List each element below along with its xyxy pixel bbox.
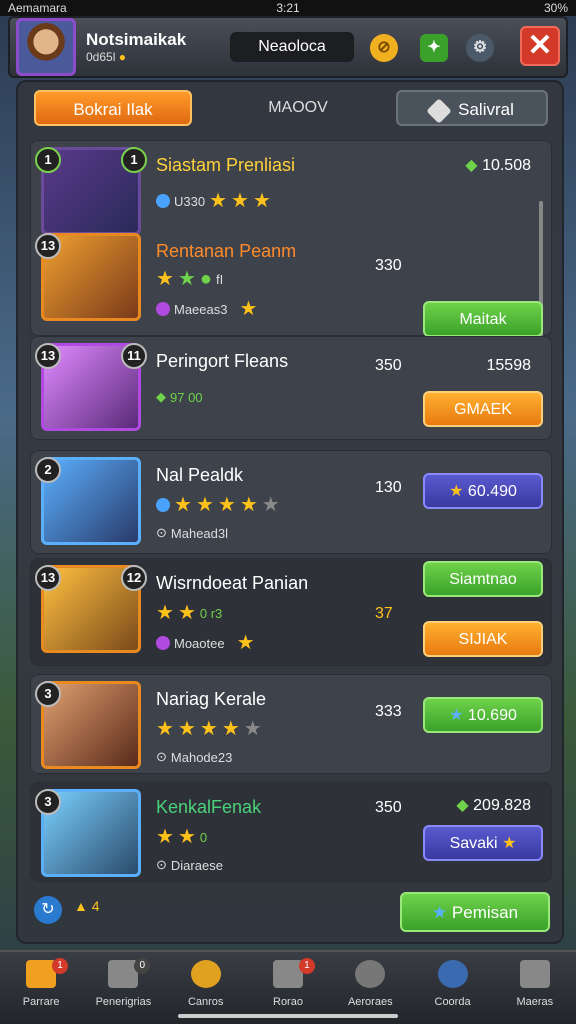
- level-badge: 13: [35, 233, 61, 259]
- pemisan-button[interactable]: ★ Pemisan: [400, 892, 550, 932]
- notification-badge: 1: [298, 958, 315, 974]
- level-badge: 1: [35, 147, 61, 173]
- battery-label: 30%: [543, 1, 569, 15]
- status-bar: Aemamara 3:21 30%: [0, 0, 576, 16]
- nav-item-parrare[interactable]: 1 Parrare: [0, 952, 82, 1024]
- hero-price: ◆ 10.508: [465, 157, 531, 174]
- close-button[interactable]: ✕: [520, 26, 560, 66]
- player-avatar[interactable]: [16, 18, 76, 76]
- nav-item-coorda[interactable]: Coorda: [411, 952, 493, 1024]
- reward-counter: ▲ 4: [74, 898, 100, 914]
- gift-icon[interactable]: ✦: [420, 34, 448, 62]
- bottom-row: ↻ ▲ 4 ★ Pemisan: [30, 888, 552, 934]
- hero-name: KenkalFenak: [156, 797, 262, 817]
- hero-stats: ◆ 97 00: [156, 389, 203, 405]
- level-badge: 13: [35, 343, 61, 369]
- top-bar: Notsimaikak 0d65l ● Neaoloca ⊘ ✦ ⚙ ✕: [8, 16, 568, 78]
- hero-value: 330: [375, 257, 402, 274]
- tab-bokrai[interactable]: Bokrai Ilak: [34, 90, 192, 126]
- tab-salivral[interactable]: Salivral: [396, 90, 548, 126]
- level-badge: 11: [121, 343, 147, 369]
- globe-icon: [437, 960, 468, 988]
- hero-value: 37: [375, 605, 393, 622]
- hero-stars: ★ ★ ★ ★ ★: [156, 718, 262, 740]
- coin-icon[interactable]: ⊘: [370, 34, 398, 62]
- hero-action-button[interactable]: ★ 10.690: [423, 697, 543, 733]
- level-badge: 2: [35, 457, 61, 483]
- level-badge: 13: [35, 565, 61, 591]
- hero-secondary-button[interactable]: SIJIAK: [423, 621, 543, 657]
- hero-row-6[interactable]: 3 Nariag Kerale ★ ★ ★ ★ ★ ⊙ Mahode23 333 ★ 10…: [30, 674, 552, 774]
- hero-stats: ⊙ Mahead3l: [156, 525, 229, 541]
- hero-stats: Maeeas3 ★: [156, 299, 257, 319]
- hero-value: 350: [375, 357, 402, 374]
- hero-action-button[interactable]: Maitak: [423, 301, 543, 337]
- level-badge: 1: [121, 147, 147, 173]
- star-icon: ★: [252, 190, 271, 212]
- player-gold: 0d65l ●: [86, 50, 126, 64]
- level-badge: 12: [121, 565, 147, 591]
- star-icon: ★: [209, 190, 228, 212]
- hero-name: Peringort Fleans: [156, 351, 289, 371]
- carrier-label: Aemamara: [8, 1, 67, 15]
- nav-item-penerigrias[interactable]: 0 Penerigrias: [82, 952, 164, 1024]
- menu-icon: [519, 960, 550, 988]
- tab-maoov[interactable]: MAOOV: [258, 90, 338, 126]
- settings-icon[interactable]: ⚙: [466, 34, 494, 62]
- hero-name: Wisrndoeat Panian: [156, 573, 309, 593]
- hero-stars: ★ ★ ● fI: [156, 268, 224, 290]
- hero-action-button[interactable]: GMAEK: [423, 391, 543, 427]
- hero-value: 350: [375, 799, 402, 816]
- hero-row-4[interactable]: 2 Nal Pealdk ★ ★ ★ ★ ★ ⊙ Mahead3l 130 ★ 60.49…: [30, 450, 552, 554]
- hero-price: 15598: [486, 357, 532, 374]
- hero-name: Nariag Kerale: [156, 689, 267, 709]
- hero-action-button[interactable]: Siamtnao: [423, 561, 543, 597]
- hero-action-button[interactable]: Savaki ★: [423, 825, 543, 861]
- tag-icon: [426, 97, 452, 124]
- bottom-navigation: 1 Parrare 0 Penerigrias Canros 1 Rorao A…: [0, 950, 576, 1024]
- heroes-panel: Bokrai Ilak MAOOV Salivral 1 1 Siastam P…: [16, 80, 564, 944]
- hero-stats: ⊙ Mahode23: [156, 749, 233, 765]
- hero-row-1[interactable]: 1 1 Siastam Prenliasi U330 ★ ★ ★ ◆ 10.508 …: [30, 140, 552, 351]
- hero-price: ◆ 209.828: [456, 797, 531, 814]
- hero-row-3[interactable]: 13 11 Peringort Fleans ◆ 97 00 350 15598 …: [30, 336, 552, 440]
- refresh-icon[interactable]: ↻: [34, 896, 62, 924]
- notification-badge: 1: [52, 958, 68, 974]
- hero-stars: ★ ★ ★ ★ ★: [156, 495, 280, 515]
- hero-value: 333: [375, 703, 402, 720]
- search-box[interactable]: Neaoloca: [230, 32, 354, 62]
- level-badge: 3: [35, 789, 61, 815]
- chat-icon: [355, 960, 386, 988]
- level-badge: 3: [35, 681, 61, 707]
- gear-icon: [190, 960, 221, 988]
- hero-row-5[interactable]: 13 12 Wisrndoeat Panian ★ ★ 0 r3 Moaotee ★…: [30, 558, 552, 666]
- hero-stats: U330 ★ ★ ★: [156, 191, 271, 211]
- hero-stars: ★ ★ 0 r3: [156, 602, 223, 624]
- hero-stats: ⊙ Diaraese: [156, 857, 223, 873]
- gem-icon: [156, 302, 170, 316]
- hero-stats: Moaotee ★: [156, 633, 255, 653]
- hero-stars: ★ ★ 0: [156, 826, 208, 848]
- hero-name: Rentanan Peanm: [156, 241, 297, 261]
- hero-name: Siastam Prenliasi: [156, 155, 296, 175]
- hero-action-button[interactable]: ★ 60.490: [423, 473, 543, 509]
- home-indicator: [178, 1014, 398, 1018]
- nav-item-maeras[interactable]: Maeras: [494, 952, 576, 1024]
- star-icon: ★: [231, 190, 249, 212]
- hero-row-7[interactable]: 3 KenkalFenak ★ ★ 0 ⊙ Diaraese 350 ◆ 209.8…: [30, 782, 552, 882]
- hero-name: Nal Pealdk: [156, 465, 244, 485]
- hero-value: 130: [375, 479, 402, 496]
- player-name: Notsimaikak: [86, 30, 187, 49]
- clock: 3:21: [276, 1, 300, 15]
- gem-icon: [156, 194, 170, 208]
- notification-badge: 0: [134, 958, 151, 974]
